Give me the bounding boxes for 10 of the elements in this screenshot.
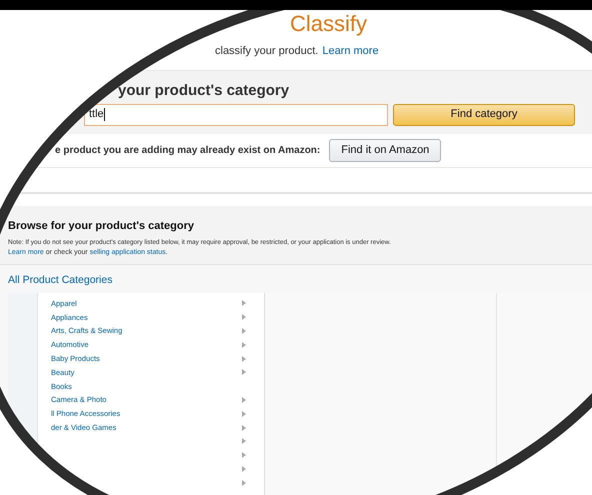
search-field[interactable]: ttle: [84, 104, 388, 126]
find-category-button[interactable]: Find category: [393, 104, 575, 126]
section-heading: your product's category: [118, 82, 290, 98]
browse-heading: Browse for your product's category: [8, 220, 194, 232]
existing-product-text: e product you are adding may already exist on Amazon:: [55, 144, 320, 158]
all-categories-link[interactable]: All Product Categories: [8, 274, 112, 286]
subtitle: classify your product.: [215, 44, 318, 59]
page-title: Classify: [290, 11, 368, 36]
find-on-amazon-button[interactable]: Find it on Amazon: [329, 138, 442, 162]
learn-more-link[interactable]: Learn more: [322, 43, 379, 60]
